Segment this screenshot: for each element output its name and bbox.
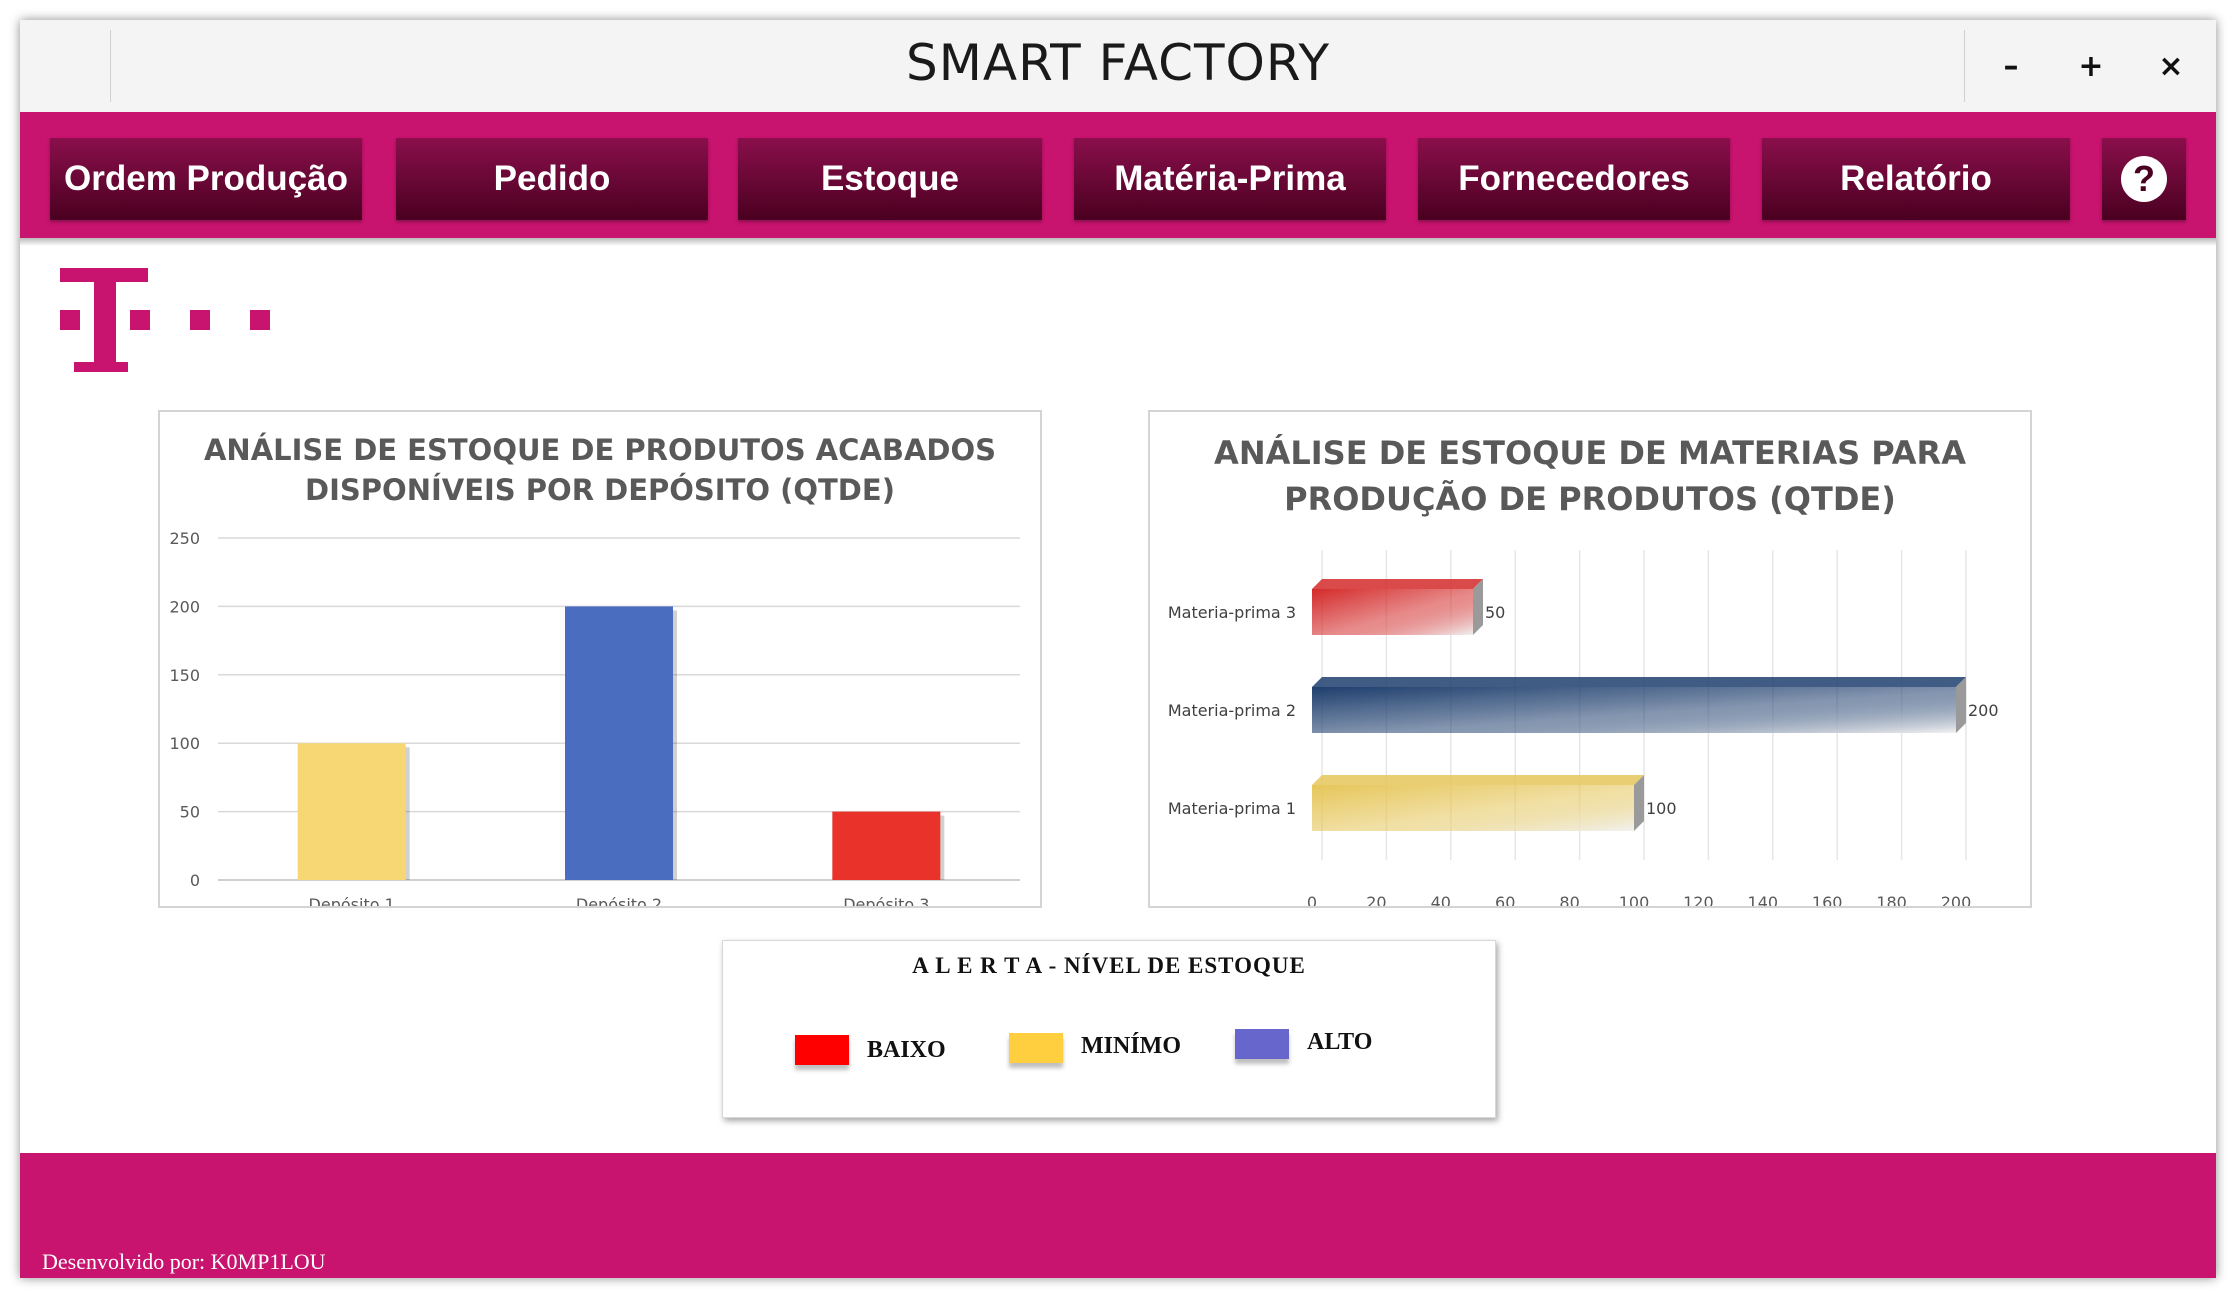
y-tick-label: Materia-prima 2 <box>1168 701 1296 720</box>
footer-bar: Desenvolvido por: K0MP1LOU <box>20 1153 2216 1278</box>
developer-credit: Desenvolvido por: K0MP1LOU <box>42 1249 326 1274</box>
bar <box>297 743 406 880</box>
chart-panel-materials: ANÁLISE DE ESTOQUE DE MATERIAS PARA PROD… <box>1148 410 2032 908</box>
maximize-button[interactable]: + <box>2066 42 2116 92</box>
x-tick-label: 80 <box>1559 893 1579 906</box>
x-tick-label: 40 <box>1431 893 1451 906</box>
data-label: 50 <box>1485 603 1505 622</box>
x-tick-label: Depósito 2 <box>576 895 662 906</box>
data-label: 200 <box>1968 701 1999 720</box>
app-title: SMART FACTORY <box>905 34 1330 92</box>
x-tick-label: 160 <box>1812 893 1843 906</box>
x-tick-label: 180 <box>1876 893 1907 906</box>
y-tick-label: 150 <box>169 666 200 685</box>
main-nav: Ordem Produção Pedido Estoque Matéria-Pr… <box>20 112 2216 238</box>
bar-top-face <box>1312 579 1483 589</box>
legend-swatch-low <box>795 1035 849 1065</box>
minimize-button[interactable]: – <box>1986 42 2036 92</box>
x-tick-label: Depósito 1 <box>309 895 395 906</box>
title-divider <box>1964 30 1965 102</box>
nav-shadow <box>20 238 2216 246</box>
bar <box>1312 687 1956 733</box>
close-button[interactable]: × <box>2146 42 2196 92</box>
app-window: SMART FACTORY – + × Ordem Produção Pedid… <box>20 20 2216 1278</box>
y-tick-label: 200 <box>169 597 200 616</box>
y-tick-label: 250 <box>169 529 200 548</box>
bar <box>832 811 941 880</box>
bar-chart-products: 0 50 100 150 200 250 Depósito 1 Depósito 2 Depós… <box>169 529 1020 906</box>
x-tick-label: Depósito 3 <box>843 895 929 906</box>
legend-swatch-minimum <box>1009 1033 1063 1063</box>
data-label: 100 <box>1646 799 1677 818</box>
help-button[interactable]: ? <box>2102 138 2186 220</box>
y-tick-label: 100 <box>169 734 200 753</box>
y-tick-label: Materia-prima 1 <box>1168 799 1296 818</box>
x-tick-label: 100 <box>1619 893 1650 906</box>
x-tick-label: 20 <box>1366 893 1386 906</box>
bar <box>1312 785 1634 831</box>
bar-top-face <box>1312 775 1644 785</box>
legend-label-high: ALTO <box>1307 1029 1373 1055</box>
y-tick-label: 0 <box>190 871 200 890</box>
legend-label-low: BAIXO <box>867 1037 946 1063</box>
bar-chart-materials: 0 20 40 60 80 100 120 140 160 180 200 50 Materia-pri… <box>1168 550 1999 906</box>
nav-fornecedores-button[interactable]: Fornecedores <box>1418 138 1730 220</box>
x-tick-label: 140 <box>1748 893 1779 906</box>
y-tick-label: 50 <box>180 803 200 822</box>
bar <box>565 606 673 880</box>
legend-swatch-high <box>1235 1029 1289 1059</box>
nav-estoque-button[interactable]: Estoque <box>738 138 1042 220</box>
nav-pedido-button[interactable]: Pedido <box>396 138 708 220</box>
chart-panel-products: ANÁLISE DE ESTOQUE DE PRODUTOS ACABADOS … <box>158 410 1042 908</box>
x-tick-label: 200 <box>1941 893 1972 906</box>
bar <box>1312 589 1473 635</box>
x-tick-label: 0 <box>1307 893 1317 906</box>
x-tick-label: 60 <box>1495 893 1515 906</box>
x-tick-label: 120 <box>1683 893 1714 906</box>
nav-relatorio-button[interactable]: Relatório <box>1762 138 2070 220</box>
bar-top-face <box>1312 677 1966 687</box>
telekom-logo <box>60 268 270 372</box>
y-tick-label: Materia-prima 3 <box>1168 603 1296 622</box>
stock-alert-legend: A L E R T A - NÍVEL DE ESTOQUE BAIXO MIN… <box>722 940 1496 1118</box>
nav-materia-prima-button[interactable]: Matéria-Prima <box>1074 138 1386 220</box>
nav-ordem-producao-button[interactable]: Ordem Produção <box>50 138 362 220</box>
help-icon: ? <box>2121 156 2167 202</box>
alert-title: A L E R T A - NÍVEL DE ESTOQUE <box>912 953 1306 978</box>
legend-label-minimum: MINÍMO <box>1081 1033 1181 1059</box>
title-bar[interactable]: SMART FACTORY – + × <box>20 20 2216 113</box>
